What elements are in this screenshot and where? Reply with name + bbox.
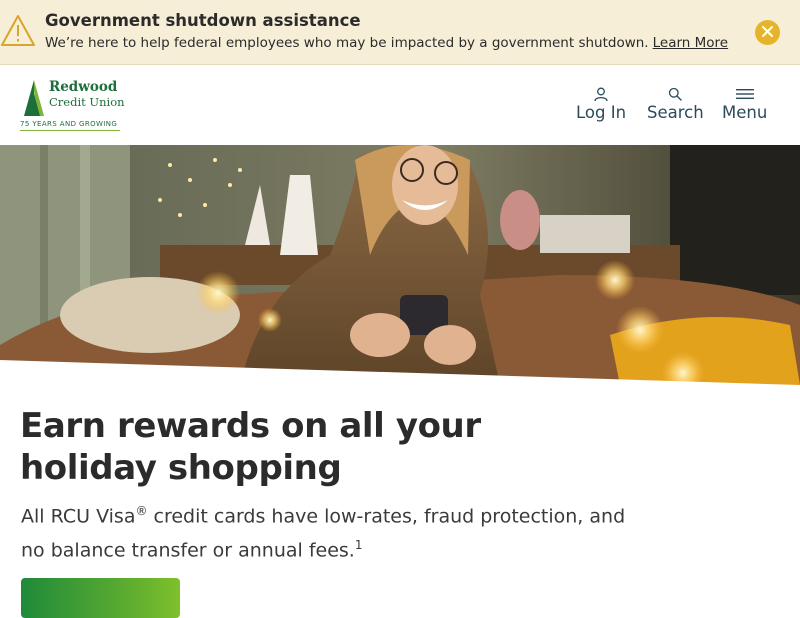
cta-button[interactable] <box>21 578 180 618</box>
search-icon <box>668 86 683 102</box>
alert-title: Government shutdown assistance <box>45 11 361 30</box>
tree-logo-icon <box>22 80 46 122</box>
hero-headline: Earn rewards on all your holiday shoppin… <box>20 406 481 488</box>
redwood-logo[interactable]: Redwood Credit Union 75 YEARS AND GROWIN… <box>20 78 130 134</box>
search-button[interactable]: Search <box>647 86 704 128</box>
hero-subtext: All RCU Visa® credit cards have low-rate… <box>21 497 641 566</box>
search-label: Search <box>647 103 704 122</box>
close-alert-button[interactable] <box>755 20 780 45</box>
alert-message-text: We’re here to help federal employees who… <box>45 35 649 51</box>
logo-tagline: 75 YEARS AND GROWING <box>20 120 118 128</box>
logo-name-line1: Redwood <box>49 79 118 95</box>
learn-more-link[interactable]: Learn More <box>653 35 729 51</box>
user-icon <box>594 86 608 102</box>
close-icon <box>762 25 773 40</box>
warning-icon <box>0 14 36 48</box>
footnote-marker[interactable]: 1 <box>355 538 363 552</box>
site-header: Redwood Credit Union 75 YEARS AND GROWIN… <box>0 66 800 145</box>
login-button[interactable]: Log In <box>576 86 626 128</box>
logo-wordmark: Redwood Credit Union <box>49 80 125 110</box>
hero-image <box>0 145 800 385</box>
logo-name-line2: Credit Union <box>49 95 125 109</box>
subtext-part1: All RCU Visa <box>21 505 136 528</box>
alert-message: We’re here to help federal employees who… <box>45 35 728 51</box>
registered-mark: ® <box>135 504 148 518</box>
menu-button[interactable]: Menu <box>722 86 767 128</box>
hamburger-icon <box>735 86 754 102</box>
menu-label: Menu <box>722 103 768 122</box>
login-label: Log In <box>576 103 627 122</box>
logo-divider <box>20 130 120 131</box>
alert-banner: Government shutdown assistance We’re her… <box>0 0 800 65</box>
